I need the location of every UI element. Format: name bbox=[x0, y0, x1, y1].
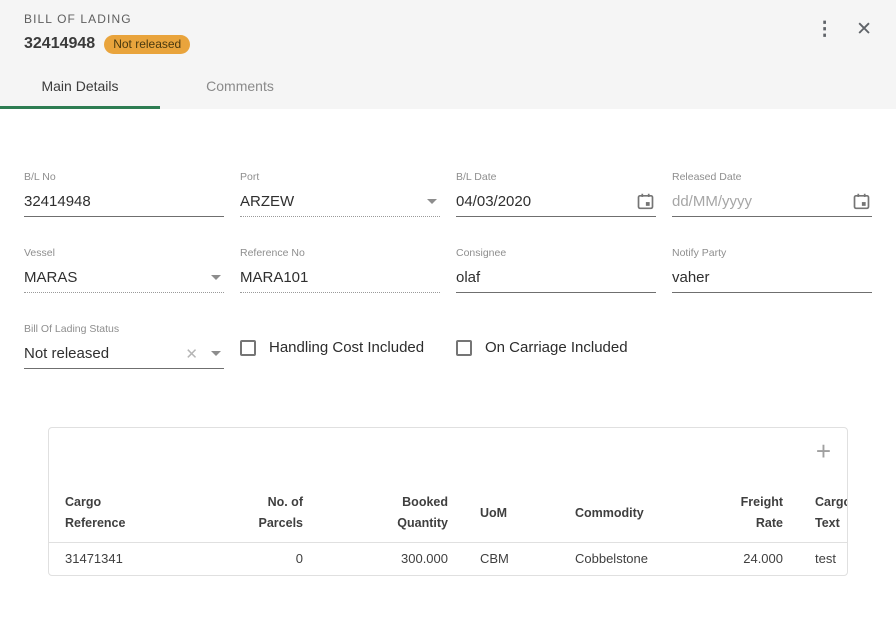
cell-commodity: Cobbelstone bbox=[559, 543, 709, 576]
field-released-date: Released Date bbox=[672, 171, 872, 217]
kebab-menu-icon[interactable]: ⋮ bbox=[815, 20, 834, 39]
cell-booked-quantity: 300.000 bbox=[319, 543, 464, 576]
close-icon[interactable]: ✕ bbox=[856, 20, 872, 39]
cell-uom: CBM bbox=[464, 543, 559, 576]
bl-date-input[interactable] bbox=[456, 193, 630, 210]
cargo-card-toolbar: + bbox=[49, 428, 847, 484]
col-commodity: Commodity bbox=[559, 484, 709, 543]
bol-status-select[interactable]: Not released ✕ bbox=[24, 339, 224, 369]
cell-no-of-parcels: 0 bbox=[229, 543, 319, 576]
dialog-content: B/L No Port ARZEW B/L Date bbox=[0, 171, 896, 576]
dialog-header-top: BILL OF LADING 32414948 Not released bbox=[0, 0, 896, 63]
chevron-down-icon bbox=[427, 199, 437, 204]
form-grid: B/L No Port ARZEW B/L Date bbox=[24, 171, 872, 293]
dialog-title: BILL OF LADING bbox=[24, 12, 872, 26]
port-select[interactable]: ARZEW bbox=[240, 187, 440, 217]
col-booked-quantity: BookedQuantity bbox=[319, 484, 464, 543]
col-cargo-text: CargoText bbox=[799, 484, 847, 543]
consignee-label: Consignee bbox=[456, 247, 656, 259]
bol-status-value: Not released bbox=[24, 345, 178, 362]
bl-date-label: B/L Date bbox=[456, 171, 656, 183]
calendar-icon[interactable] bbox=[853, 193, 870, 210]
consignee-control bbox=[456, 263, 656, 293]
on-carriage-label: On Carriage Included bbox=[485, 339, 628, 356]
status-badge: Not released bbox=[104, 35, 190, 54]
released-date-control bbox=[672, 187, 872, 217]
reference-no-input bbox=[240, 269, 440, 286]
bl-no-label: B/L No bbox=[24, 171, 224, 183]
col-cargo-reference: CargoReference bbox=[49, 484, 229, 543]
reference-no-control bbox=[240, 263, 440, 293]
cargo-table-header-row: CargoReference No. ofParcels BookedQuant… bbox=[49, 484, 847, 543]
on-carriage-checkbox[interactable]: On Carriage Included bbox=[456, 339, 656, 356]
field-bl-no: B/L No bbox=[24, 171, 224, 217]
vessel-label: Vessel bbox=[24, 247, 224, 259]
field-vessel: Vessel MARAS bbox=[24, 247, 224, 293]
handling-cost-checkbox[interactable]: Handling Cost Included bbox=[240, 339, 440, 356]
notify-party-input[interactable] bbox=[672, 269, 872, 286]
header-actions: ⋮ ✕ bbox=[815, 20, 872, 39]
bl-no-input[interactable] bbox=[24, 193, 224, 210]
col-no-of-parcels: No. ofParcels bbox=[229, 484, 319, 543]
port-value: ARZEW bbox=[240, 193, 420, 210]
released-date-label: Released Date bbox=[672, 171, 872, 183]
tab-main-details[interactable]: Main Details bbox=[0, 63, 160, 109]
released-date-input[interactable] bbox=[672, 193, 846, 210]
status-row: Bill Of Lading Status Not released ✕ Han… bbox=[24, 323, 872, 369]
bl-no-control bbox=[24, 187, 224, 217]
notify-party-label: Notify Party bbox=[672, 247, 872, 259]
tab-bar: Main Details Comments bbox=[0, 63, 896, 109]
field-bl-date: B/L Date bbox=[456, 171, 656, 217]
checkbox-icon bbox=[456, 340, 472, 356]
cell-cargo-reference: 31471341 bbox=[49, 543, 229, 576]
field-port: Port ARZEW bbox=[240, 171, 440, 217]
field-reference-no: Reference No bbox=[240, 247, 440, 293]
field-consignee: Consignee bbox=[456, 247, 656, 293]
reference-no-label: Reference No bbox=[240, 247, 440, 259]
chevron-down-icon bbox=[211, 351, 221, 356]
cell-cargo-text: test bbox=[799, 543, 847, 576]
field-bol-status: Bill Of Lading Status Not released ✕ bbox=[24, 323, 224, 369]
field-notify-party: Notify Party bbox=[672, 247, 872, 293]
doc-line: 32414948 Not released bbox=[24, 33, 872, 55]
port-label: Port bbox=[240, 171, 440, 183]
add-cargo-line-icon[interactable]: + bbox=[816, 438, 831, 464]
chevron-down-icon bbox=[211, 275, 221, 280]
bol-status-label: Bill Of Lading Status bbox=[24, 323, 224, 335]
col-freight-rate: FreightRate bbox=[709, 484, 799, 543]
notify-party-control bbox=[672, 263, 872, 293]
vessel-value: MARAS bbox=[24, 269, 204, 286]
consignee-input[interactable] bbox=[456, 269, 656, 286]
tab-comments[interactable]: Comments bbox=[160, 63, 320, 109]
bl-date-control bbox=[456, 187, 656, 217]
vessel-select[interactable]: MARAS bbox=[24, 263, 224, 293]
doc-number: 32414948 bbox=[24, 35, 95, 53]
cargo-table: CargoReference No. ofParcels BookedQuant… bbox=[49, 484, 847, 575]
cargo-lines-card: + CargoReference No. ofParcels BookedQua… bbox=[48, 427, 848, 576]
handling-cost-label: Handling Cost Included bbox=[269, 339, 424, 356]
clear-icon[interactable]: ✕ bbox=[185, 345, 198, 363]
cell-freight-rate: 24.000 bbox=[709, 543, 799, 576]
cargo-table-row[interactable]: 31471341 0 300.000 CBM Cobbelstone 24.00… bbox=[49, 543, 847, 576]
checkbox-icon bbox=[240, 340, 256, 356]
dialog-header: BILL OF LADING 32414948 Not released ⋮ ✕… bbox=[0, 0, 896, 109]
calendar-icon[interactable] bbox=[637, 193, 654, 210]
col-uom: UoM bbox=[464, 484, 559, 543]
